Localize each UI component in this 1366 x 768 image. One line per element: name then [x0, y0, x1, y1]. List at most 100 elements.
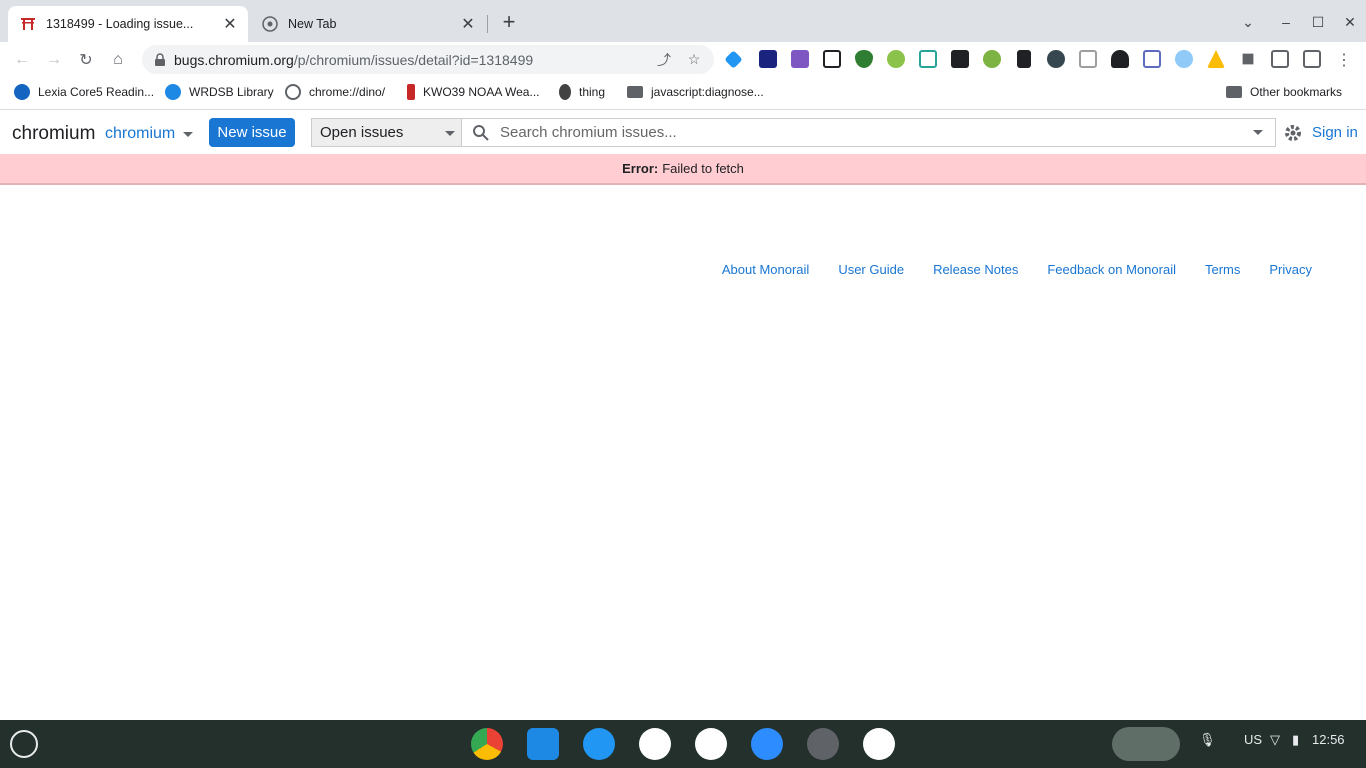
new-issue-button[interactable]: New issue	[209, 118, 295, 147]
chrome-favicon-icon	[262, 16, 278, 32]
bookmark-item[interactable]: javascript:diagnose...	[627, 83, 764, 101]
browser-frame: 1318499 - Loading issue... ✕ New Tab ✕ +…	[0, 0, 1366, 110]
app-chart-icon[interactable]	[639, 728, 671, 760]
extension-gc-icon[interactable]	[759, 50, 777, 68]
tab-search-chevron-icon[interactable]: ⌄	[1236, 10, 1260, 34]
extension-doc-icon[interactable]	[1143, 50, 1161, 68]
sign-in-link[interactable]: Sign in	[1312, 124, 1358, 141]
app-rocket-icon[interactable]	[583, 728, 615, 760]
library-icon	[165, 84, 181, 100]
app-flag-icon[interactable]	[695, 728, 727, 760]
bookmark-item[interactable]: WRDSB Library	[165, 83, 274, 101]
lock-icon[interactable]	[154, 52, 166, 67]
footer-link-release-notes[interactable]: Release Notes	[933, 262, 1018, 277]
reload-icon[interactable]: ↻	[74, 48, 98, 72]
holding-space-icon[interactable]	[1112, 727, 1180, 761]
error-banner: Error: Failed to fetch	[0, 154, 1366, 185]
maximize-icon[interactable]: ☐	[1306, 10, 1330, 34]
zoom-app-icon[interactable]	[751, 728, 783, 760]
search-box	[461, 118, 1276, 147]
address-bar[interactable]: bugs.chromium.org/p/chromium/issues/deta…	[142, 45, 714, 74]
footer-link-user-guide[interactable]: User Guide	[838, 262, 904, 277]
extension-v-icon[interactable]	[983, 50, 1001, 68]
tab-title: 1318499 - Loading issue...	[46, 17, 194, 31]
search-icon	[472, 124, 490, 142]
footer-link-terms[interactable]: Terms	[1205, 262, 1240, 277]
footer-link-about[interactable]: About Monorail	[722, 262, 809, 277]
tab-close-icon[interactable]: ✕	[220, 14, 240, 34]
new-tab-plus-icon[interactable]: +	[498, 11, 520, 34]
app-sigma-icon[interactable]	[863, 728, 895, 760]
bookmark-item[interactable]: KWO39 NOAA Wea...	[407, 83, 539, 101]
project-selector[interactable]: chromium	[105, 125, 194, 143]
folder-icon	[627, 86, 643, 98]
bookmark-item[interactable]: thing	[559, 83, 605, 101]
cast-icon[interactable]	[1271, 50, 1289, 68]
browser-toolbar: ← → ↻ ⌂ bugs.chromium.org/p/chromium/iss…	[0, 42, 1366, 76]
other-bookmarks[interactable]: Other bookmarks	[1226, 83, 1342, 101]
forward-arrow-icon[interactable]: →	[42, 48, 66, 72]
footer-link-feedback[interactable]: Feedback on Monorail	[1047, 262, 1176, 277]
bookmark-star-icon[interactable]: ☆	[684, 50, 704, 70]
caret-down-icon	[445, 131, 455, 136]
wifi-icon[interactable]: ▽	[1270, 732, 1280, 748]
issue-scope-select[interactable]: Open issues	[311, 118, 461, 147]
search-options-caret-icon[interactable]	[1253, 130, 1263, 135]
extension-leaf-icon[interactable]	[887, 50, 905, 68]
bookmark-item[interactable]: Lexia Core5 Readin...	[14, 83, 154, 101]
error-label: Error:	[622, 161, 659, 176]
tab-new-tab[interactable]: New Tab ✕	[250, 6, 486, 42]
home-icon[interactable]: ⌂	[106, 48, 130, 72]
extension-puzzle-rw-icon[interactable]	[791, 50, 809, 68]
noaa-icon	[407, 84, 415, 100]
clock[interactable]: 12:56	[1312, 732, 1345, 747]
folder-icon	[1226, 86, 1242, 98]
side-panel-icon[interactable]	[1303, 50, 1321, 68]
globe-icon	[285, 84, 301, 100]
minimize-icon[interactable]: –	[1274, 10, 1298, 34]
tab-separator	[487, 15, 488, 33]
globe-icon	[14, 84, 30, 100]
footer-link-privacy[interactable]: Privacy	[1269, 262, 1312, 277]
tab-title: New Tab	[288, 17, 337, 31]
search-input[interactable]	[500, 124, 1253, 141]
extension-bell-icon[interactable]	[1111, 50, 1129, 68]
tab-close-icon[interactable]: ✕	[458, 14, 478, 34]
site-brand[interactable]: chromium	[12, 123, 95, 145]
tab-issue[interactable]: 1318499 - Loading issue... ✕	[8, 6, 248, 42]
os-shelf: 🎙 US ▽ ▮ 12:56	[0, 720, 1366, 768]
extension-diamond-icon[interactable]	[724, 50, 743, 69]
settings-app-icon[interactable]	[807, 728, 839, 760]
feather-icon	[559, 84, 571, 100]
microphone-icon[interactable]: 🎙	[1199, 732, 1216, 748]
extension-mail-icon[interactable]	[1047, 50, 1065, 68]
launcher-icon[interactable]	[10, 730, 38, 758]
monorail-favicon-icon	[20, 16, 36, 32]
footer-links: About Monorail User Guide Release Notes …	[693, 262, 1312, 277]
back-arrow-icon[interactable]: ←	[10, 48, 34, 72]
extension-shield-icon[interactable]	[855, 50, 873, 68]
extension-pip-icon[interactable]	[823, 50, 841, 68]
error-message: Failed to fetch	[662, 161, 744, 176]
extension-n-icon[interactable]	[919, 50, 937, 68]
extension-terminal-icon[interactable]	[951, 50, 969, 68]
caret-down-icon	[183, 131, 194, 137]
extension-globe-icon[interactable]	[1175, 50, 1193, 68]
chrome-app-icon[interactable]	[471, 728, 503, 760]
battery-icon[interactable]: ▮	[1292, 732, 1299, 748]
extension-telescope-icon[interactable]	[1017, 50, 1031, 68]
extension-envelope-icon[interactable]	[1079, 50, 1097, 68]
bookmark-item[interactable]: chrome://dino/	[285, 83, 385, 101]
ime-indicator[interactable]: US	[1244, 732, 1262, 747]
share-icon[interactable]: ⤴	[654, 50, 674, 70]
extension-drive-icon[interactable]	[1207, 50, 1225, 68]
url-text[interactable]: bugs.chromium.org/p/chromium/issues/deta…	[174, 52, 654, 68]
extensions-puzzle-icon[interactable]	[1242, 53, 1254, 65]
files-app-icon[interactable]	[527, 728, 559, 760]
app-header: chromium chromium New issue Open issues …	[0, 111, 1366, 154]
menu-kebab-icon[interactable]: ⋮	[1332, 48, 1356, 72]
window-close-icon[interactable]: ✕	[1338, 10, 1362, 34]
tab-strip: 1318499 - Loading issue... ✕ New Tab ✕ +…	[0, 0, 1366, 42]
bookmarks-bar: Lexia Core5 Readin... WRDSB Library chro…	[0, 76, 1366, 110]
settings-gear-icon[interactable]	[1283, 123, 1303, 143]
